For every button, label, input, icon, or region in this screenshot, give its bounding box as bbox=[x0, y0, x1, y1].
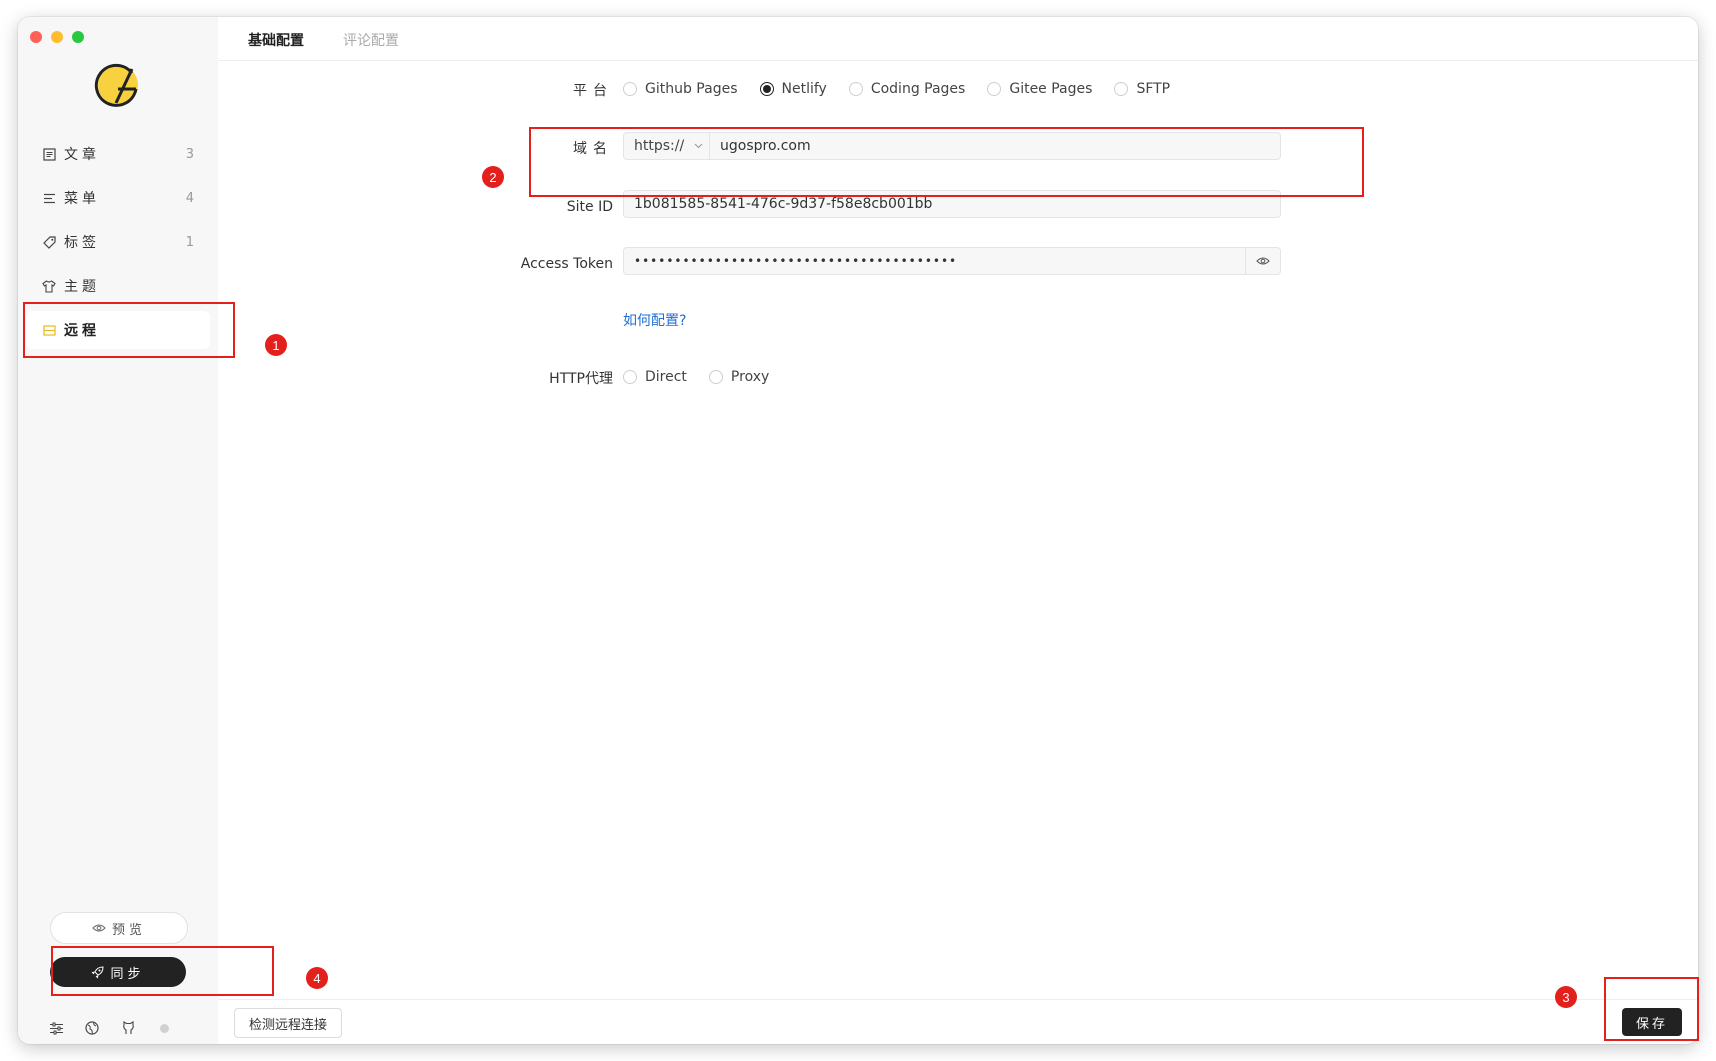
radio-github-pages[interactable]: Github Pages bbox=[623, 81, 738, 97]
site-id-row: Site ID bbox=[233, 196, 613, 215]
eye-icon bbox=[92, 923, 106, 933]
annotation-badge-1: 1 bbox=[265, 334, 287, 356]
sidebar-item-count: 4 bbox=[185, 190, 194, 206]
toggle-visibility-button[interactable] bbox=[1245, 248, 1280, 274]
radio-label: Gitee Pages bbox=[1009, 81, 1093, 97]
theme-shirt-icon bbox=[42, 279, 56, 293]
protocol-select[interactable]: https:// bbox=[624, 133, 710, 159]
main-content: 基础配置 评论配置 平台 Github Pages Netlify Coding… bbox=[218, 17, 1698, 1044]
article-icon bbox=[42, 147, 56, 161]
radio-label: Coding Pages bbox=[870, 81, 966, 97]
how-to-configure-link[interactable]: 如何配置? bbox=[623, 310, 686, 330]
preview-label: 预览 bbox=[111, 922, 146, 938]
tab-comment-config[interactable]: 评论配置 bbox=[343, 30, 399, 50]
access-token-value: •••••••••••••••••••••••••••••••••••••••• bbox=[634, 254, 958, 268]
platform-radio-group: Github Pages Netlify Coding Pages Gitee … bbox=[623, 81, 1192, 97]
sidebar: 文章 3 菜单 4 标签 1 主题 远程 预览 同步 bbox=[18, 17, 218, 1044]
window-controls bbox=[30, 31, 84, 43]
sidebar-nav: 文章 3 菜单 4 标签 1 主题 远程 bbox=[26, 135, 210, 355]
radio-proxy[interactable]: Proxy bbox=[708, 369, 770, 385]
sidebar-item-label: 菜单 bbox=[64, 191, 100, 207]
save-button[interactable]: 保存 bbox=[1622, 1008, 1682, 1036]
domain-input-group: https:// ugospro.com bbox=[623, 132, 1281, 160]
radio-dot bbox=[623, 370, 637, 384]
minimize-window-button[interactable] bbox=[51, 31, 63, 43]
access-token-row: Access Token bbox=[233, 253, 613, 272]
radio-dot bbox=[708, 370, 723, 384]
rocket-icon bbox=[91, 965, 104, 979]
eye-icon bbox=[1256, 256, 1270, 266]
domain-input[interactable]: ugospro.com bbox=[710, 138, 811, 154]
radio-sftp[interactable]: SFTP bbox=[1114, 81, 1170, 97]
check-remote-connection-button[interactable]: 检测远程连接 bbox=[234, 1008, 343, 1038]
site-id-input[interactable]: 1b081585-8541-476c-9d37-f58e8cb001bb bbox=[623, 190, 1281, 218]
platform-label: 平台 bbox=[573, 83, 613, 99]
maximize-window-button[interactable] bbox=[72, 31, 84, 43]
site-id-value: 1b081585-8541-476c-9d37-f58e8cb001bb bbox=[634, 196, 933, 212]
footer-bar: 检测远程连接 保存 bbox=[218, 999, 1698, 1044]
radio-dot bbox=[623, 82, 637, 96]
connection-status-dot bbox=[160, 1023, 169, 1033]
settings-sliders-icon[interactable] bbox=[48, 1020, 64, 1036]
radio-dot bbox=[848, 82, 863, 96]
http-proxy-radio-group: Direct Proxy bbox=[623, 369, 791, 385]
sidebar-item-remote[interactable]: 远程 bbox=[26, 311, 210, 349]
annotation-badge-4: 4 bbox=[306, 967, 328, 989]
domain-row: 域名 bbox=[233, 138, 613, 158]
app-window: 文章 3 菜单 4 标签 1 主题 远程 预览 同步 基础配置 评论配置 平台 … bbox=[18, 17, 1698, 1044]
platform-row: 平台 bbox=[233, 80, 613, 100]
radio-label: Netlify bbox=[781, 81, 827, 97]
radio-direct[interactable]: Direct bbox=[623, 369, 687, 385]
radio-label: Direct bbox=[645, 369, 687, 385]
site-id-label: Site ID bbox=[566, 199, 613, 215]
github-icon[interactable] bbox=[120, 1020, 136, 1036]
sidebar-bottom-toolbar bbox=[48, 1020, 169, 1036]
radio-gitee-pages[interactable]: Gitee Pages bbox=[987, 81, 1092, 97]
radio-label: Github Pages bbox=[645, 81, 738, 97]
radio-coding-pages[interactable]: Coding Pages bbox=[848, 81, 966, 97]
radio-label: SFTP bbox=[1136, 81, 1171, 97]
sidebar-item-label: 远程 bbox=[64, 323, 100, 339]
sidebar-item-label: 标签 bbox=[64, 235, 100, 251]
radio-label: Proxy bbox=[730, 369, 770, 385]
sidebar-item-label: 文章 bbox=[64, 147, 100, 163]
sync-label: 同步 bbox=[110, 966, 145, 982]
access-token-input[interactable]: •••••••••••••••••••••••••••••••••••••••• bbox=[623, 247, 1281, 275]
tab-basic-config[interactable]: 基础配置 bbox=[248, 30, 304, 50]
globe-icon[interactable] bbox=[84, 1020, 100, 1036]
config-tabs: 基础配置 评论配置 bbox=[218, 17, 1698, 61]
access-token-label: Access Token bbox=[520, 256, 613, 272]
app-logo bbox=[92, 59, 144, 111]
sidebar-item-count: 1 bbox=[185, 234, 194, 250]
radio-dot bbox=[987, 82, 1002, 96]
sidebar-item-count: 3 bbox=[185, 146, 194, 162]
radio-dot bbox=[1114, 82, 1129, 96]
sidebar-item-menu[interactable]: 菜单 4 bbox=[26, 179, 210, 217]
protocol-value: https:// bbox=[634, 138, 685, 154]
sidebar-item-tags[interactable]: 标签 1 bbox=[26, 223, 210, 261]
remote-icon bbox=[42, 323, 56, 337]
annotation-badge-3: 3 bbox=[1555, 986, 1577, 1008]
sidebar-item-label: 主题 bbox=[64, 279, 100, 295]
close-window-button[interactable] bbox=[30, 31, 42, 43]
menu-icon bbox=[42, 191, 56, 205]
annotation-badge-2: 2 bbox=[482, 166, 504, 188]
sync-button[interactable]: 同步 bbox=[50, 957, 186, 987]
http-proxy-row: HTTP代理 bbox=[233, 368, 613, 388]
radio-netlify[interactable]: Netlify bbox=[759, 81, 827, 97]
chevron-down-icon bbox=[694, 143, 703, 149]
sidebar-item-articles[interactable]: 文章 3 bbox=[26, 135, 210, 173]
tag-icon bbox=[42, 235, 56, 249]
sidebar-item-theme[interactable]: 主题 bbox=[26, 267, 210, 305]
http-proxy-label: HTTP代理 bbox=[549, 371, 613, 387]
domain-label: 域名 bbox=[573, 141, 613, 157]
radio-dot-checked bbox=[759, 82, 774, 96]
preview-button[interactable]: 预览 bbox=[50, 912, 188, 944]
